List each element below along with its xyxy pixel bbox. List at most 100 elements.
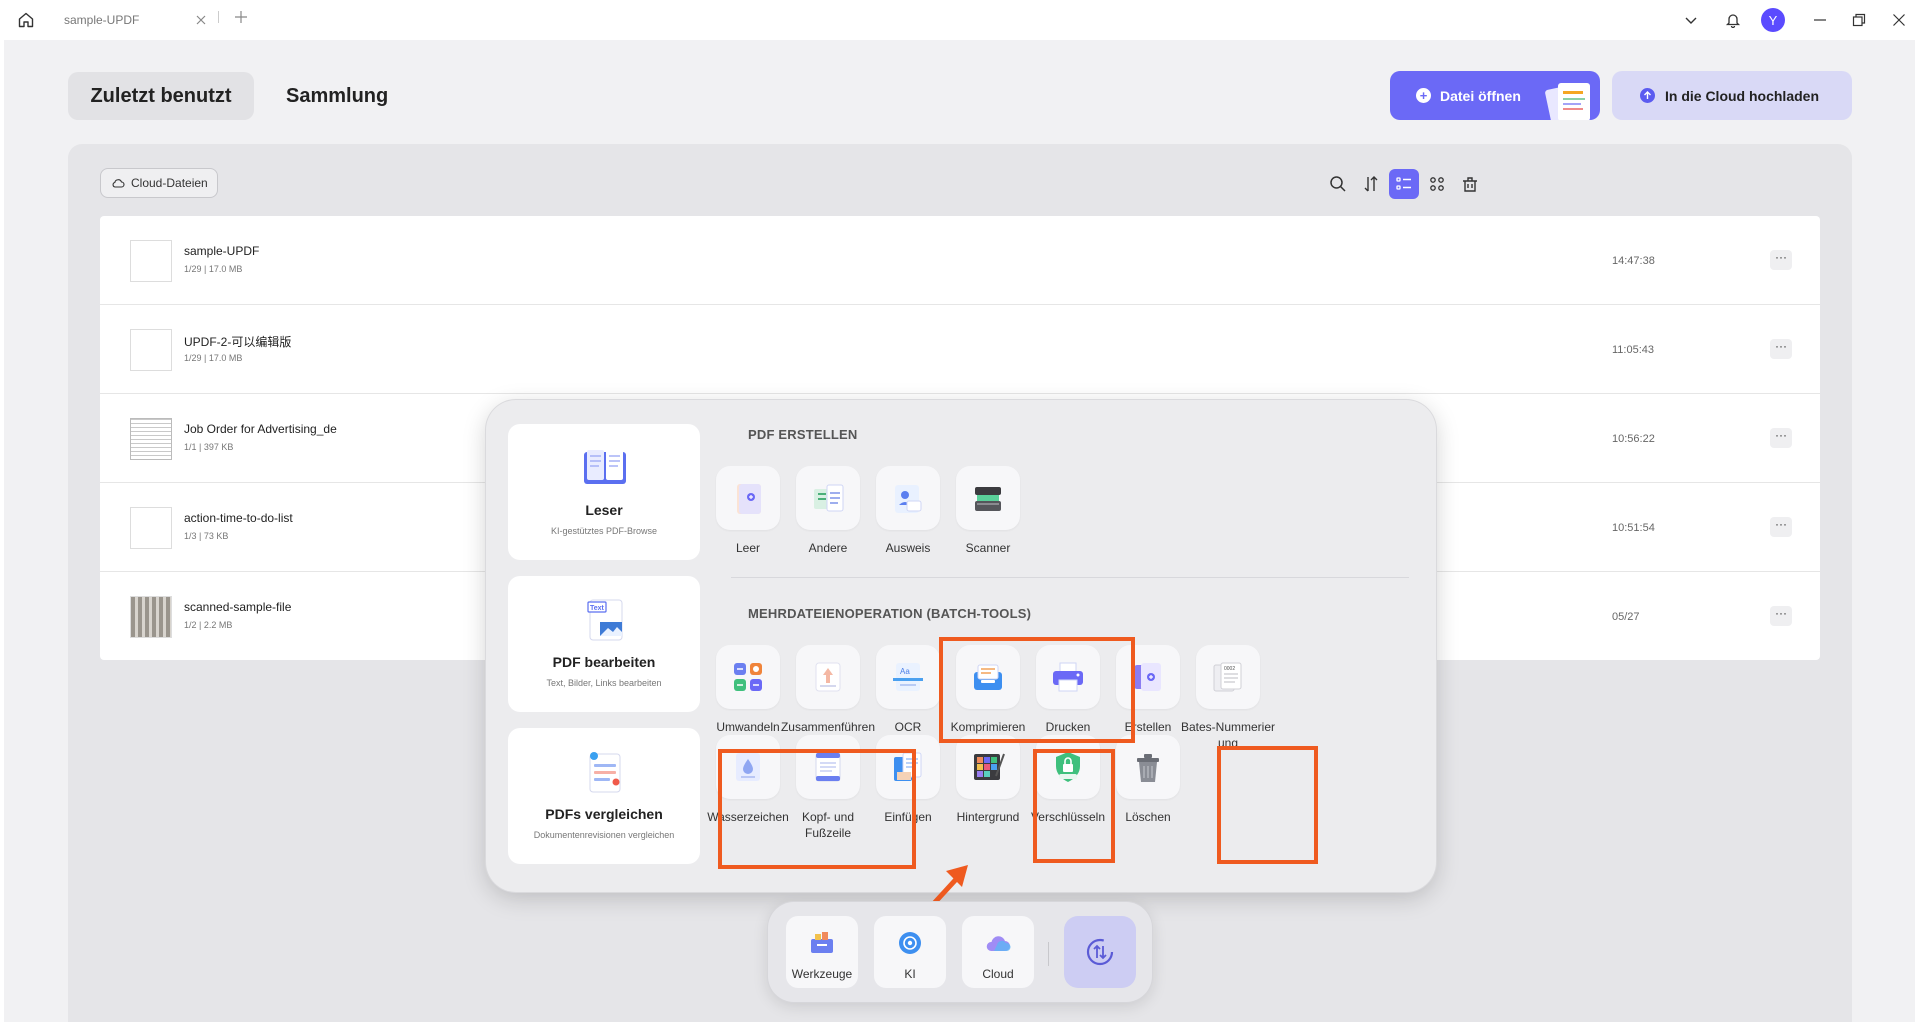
edit-pdf-card[interactable]: Text PDF bearbeiten Text, Bilder, Links … xyxy=(508,576,700,712)
file-name: action-time-to-do-list xyxy=(184,511,293,525)
upload-to-cloud-label: In die Cloud hochladen xyxy=(1665,87,1819,104)
file-thumbnail xyxy=(130,240,172,282)
more-options-button[interactable]: ··· xyxy=(1770,339,1792,359)
list-view-icon[interactable] xyxy=(1389,169,1419,199)
file-time: 14:47:38 xyxy=(1612,255,1655,267)
dock-tools[interactable]: Werkzeuge xyxy=(786,916,858,988)
file-time: 11:05:43 xyxy=(1612,344,1655,356)
dock-tools-label: Werkzeuge xyxy=(791,967,853,981)
close-icon[interactable] xyxy=(194,13,208,27)
dock-ai[interactable]: KI xyxy=(874,916,946,988)
sync-icon xyxy=(1086,938,1114,966)
dock-ai-label: KI xyxy=(904,967,916,981)
more-options-button[interactable]: ··· xyxy=(1770,606,1792,626)
more-options-button[interactable]: ··· xyxy=(1770,517,1792,537)
file-thumbnail xyxy=(130,418,172,460)
tool-scanner[interactable]: Scanner xyxy=(940,466,1036,556)
reader-card[interactable]: Leser KI-gestütztes PDF-Browse xyxy=(508,424,700,560)
bell-icon[interactable] xyxy=(1721,8,1745,32)
blank-page-icon xyxy=(737,484,761,514)
file-time: 10:56:22 xyxy=(1612,433,1655,445)
minimize-icon[interactable] xyxy=(1808,8,1832,32)
documents-icon xyxy=(1545,83,1590,120)
toolbox-icon xyxy=(811,932,833,953)
highlight-delete xyxy=(1217,746,1318,864)
file-meta: 1/1 | 397 KB xyxy=(184,442,234,452)
cloud-files-chip[interactable]: Cloud-Dateien xyxy=(100,168,218,198)
file-meta: 1/29 | 17.0 MB xyxy=(184,353,243,363)
book-icon xyxy=(584,450,626,484)
sort-icon[interactable] xyxy=(1356,169,1386,199)
convert-icon xyxy=(734,663,762,691)
file-row[interactable]: UPDF-2-可以编辑版 1/29 | 17.0 MB 11:05:43 ··· xyxy=(100,305,1820,394)
dock-cloud[interactable]: Cloud xyxy=(962,916,1034,988)
file-name: scanned-sample-file xyxy=(184,600,292,614)
svg-text:Aa: Aa xyxy=(900,667,910,676)
chevron-down-icon[interactable] xyxy=(1679,8,1703,32)
file-name: Job Order for Advertising_de xyxy=(184,422,337,436)
file-name: UPDF-2-可以编辑版 xyxy=(184,335,292,349)
document-tab[interactable]: sample-UPDF xyxy=(48,4,232,36)
more-options-button[interactable]: ··· xyxy=(1770,428,1792,448)
home-icon[interactable] xyxy=(14,8,38,32)
upload-to-cloud-button[interactable]: In die Cloud hochladen xyxy=(1612,71,1852,120)
svg-text:0002: 0002 xyxy=(1224,666,1235,672)
file-time: 10:51:54 xyxy=(1612,522,1655,534)
upload-icon xyxy=(1640,88,1655,103)
compare-pdfs-title: PDFs vergleichen xyxy=(545,806,663,822)
plus-circle-icon: + xyxy=(1416,88,1431,103)
trash-bin-icon xyxy=(1137,754,1159,782)
section-divider xyxy=(731,577,1409,578)
tab-recent[interactable]: Zuletzt benutzt xyxy=(68,72,254,120)
file-meta: 1/29 | 17.0 MB xyxy=(184,264,243,274)
edit-pdf-title: PDF bearbeiten xyxy=(552,654,656,670)
svg-text:Text: Text xyxy=(590,605,605,612)
reader-title: Leser xyxy=(585,502,623,518)
file-thumbnail xyxy=(130,596,172,638)
ocr-icon: Aa xyxy=(893,663,923,691)
edit-text-icon: Text xyxy=(587,599,623,641)
file-thumbnail xyxy=(130,329,172,371)
dock-divider xyxy=(1048,942,1049,966)
open-file-button[interactable]: + Datei öffnen xyxy=(1390,71,1600,120)
other-files-icon xyxy=(814,484,844,512)
highlight-background xyxy=(1033,749,1115,863)
cloud-files-label: Cloud-Dateien xyxy=(131,176,208,190)
plus-icon[interactable] xyxy=(234,10,248,24)
window-close-icon[interactable] xyxy=(1887,8,1911,32)
dock-cloud-label: Cloud xyxy=(982,967,1014,981)
scanner-icon xyxy=(975,487,1001,511)
id-card-icon xyxy=(895,485,922,513)
bates-numbering-icon: 0002 xyxy=(1213,662,1242,692)
file-thumbnail xyxy=(130,507,172,549)
compare-pdfs-subtitle: Dokumentenrevisionen vergleichen xyxy=(533,830,675,840)
sync-button[interactable] xyxy=(1064,916,1136,988)
merge-icon xyxy=(815,662,841,692)
tab-title: sample-UPDF xyxy=(64,13,140,27)
cloud-icon xyxy=(112,179,125,188)
background-icon xyxy=(974,753,1005,780)
highlight-ocr-compress xyxy=(939,637,1135,743)
compare-pdfs-card[interactable]: PDFs vergleichen Dokumentenrevisionen ve… xyxy=(508,728,700,864)
trash-icon[interactable] xyxy=(1455,169,1485,199)
file-meta: 1/3 | 73 KB xyxy=(184,531,229,541)
grid-view-icon[interactable] xyxy=(1422,169,1452,199)
restore-icon[interactable] xyxy=(1847,8,1871,32)
search-icon[interactable] xyxy=(1323,169,1353,199)
file-time: 05/27 xyxy=(1612,611,1640,623)
ai-icon xyxy=(899,932,921,954)
reader-subtitle: KI-gestütztes PDF-Browse xyxy=(550,526,658,536)
highlight-watermark-headerfooter xyxy=(718,749,916,869)
tab-collection[interactable]: Sammlung xyxy=(286,72,388,120)
avatar[interactable]: Y xyxy=(1761,8,1785,32)
compare-icon xyxy=(589,752,621,793)
bottom-dock: Werkzeuge KI Cloud xyxy=(768,902,1152,1002)
title-bar: sample-UPDF Y xyxy=(0,0,1919,40)
file-row[interactable]: sample-UPDF 1/29 | 17.0 MB 14:47:38 ··· xyxy=(100,216,1820,305)
create-pdf-heading: PDF ERSTELLEN xyxy=(748,427,858,442)
cloud-icon xyxy=(986,936,1011,951)
edit-pdf-subtitle: Text, Bilder, Links bearbeiten xyxy=(546,678,662,688)
tab-divider xyxy=(218,11,219,23)
more-options-button[interactable]: ··· xyxy=(1770,250,1792,270)
file-meta: 1/2 | 2.2 MB xyxy=(184,620,233,630)
